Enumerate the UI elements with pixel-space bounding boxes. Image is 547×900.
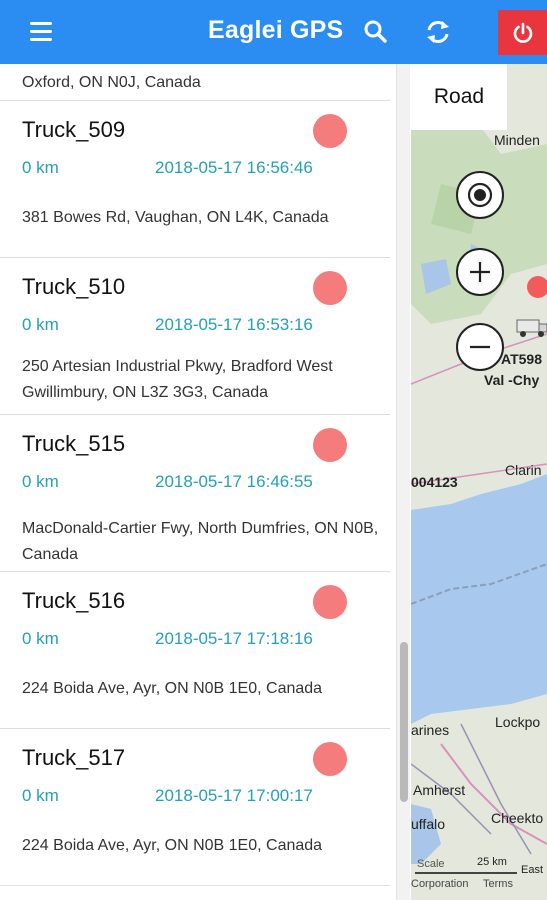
vehicle-name: Truck_516 <box>22 588 126 613</box>
vehicle-name: Truck_510 <box>22 274 126 299</box>
map-scale: Scale 25 km East Corporation Terms <box>411 856 547 900</box>
power-button[interactable] <box>498 10 547 55</box>
list-item[interactable]: Truck_509 0 km 2018-05-17 16:56:46 381 B… <box>0 101 390 258</box>
vehicle-distance: 0 km <box>22 315 59 334</box>
map-view[interactable]: Road Minden AT598 Val -Chy 004123 Clarin… <box>411 64 547 900</box>
vehicle-timestamp: 2018-05-17 17:00:17 <box>155 786 313 805</box>
vehicle-list[interactable]: Oxford, ON N0J, Canada Truck_509 0 km 20… <box>0 64 390 900</box>
vehicle-distance: 0 km <box>22 786 59 805</box>
status-dot <box>313 742 347 776</box>
map-terms-link[interactable]: Terms <box>483 878 513 890</box>
list-item[interactable]: Truck_517 0 km 2018-05-17 17:00:17 224 B… <box>0 729 390 886</box>
vehicle-marker[interactable] <box>527 276 547 298</box>
top-bar: Eaglei GPS <box>0 0 547 64</box>
vehicle-name: Truck_509 <box>22 117 126 142</box>
vehicle-address: 224 Boida Ave, Ayr, ON N0B 1E0, Canada <box>22 680 323 697</box>
search-icon[interactable] <box>362 18 390 46</box>
vehicle-timestamp: 2018-05-17 16:53:16 <box>155 315 313 334</box>
map-label-buffalo: uffalo <box>411 816 445 832</box>
scrollbar-thumb[interactable] <box>400 642 408 802</box>
vehicle-address: MacDonald-Cartier Fwy, North Dumfries, O… <box>22 520 379 563</box>
list-item-partial[interactable]: Oxford, ON N0J, Canada <box>0 64 390 101</box>
vehicle-distance: 0 km <box>22 472 59 491</box>
list-item[interactable]: Truck_510 0 km 2018-05-17 16:53:16 250 A… <box>0 258 390 415</box>
map-label-amherst: Amherst <box>413 782 466 798</box>
hamburger-icon[interactable] <box>30 22 52 42</box>
map-layer-button[interactable]: Road <box>411 64 507 130</box>
map-label-lockport: Lockpo <box>495 714 541 730</box>
map-label-st-catharines: arines <box>411 722 450 738</box>
status-dot <box>313 271 347 305</box>
map-label-clarington: Clarin <box>505 462 542 478</box>
vehicle-address: 250 Artesian Industrial Pkwy, Bradford W… <box>22 358 333 401</box>
map-scale-km: 25 km <box>477 856 507 868</box>
list-scrollbar[interactable] <box>396 64 410 900</box>
zoom-out-icon[interactable] <box>456 323 504 371</box>
app-title: Eaglei GPS <box>208 16 344 44</box>
map-label-vehicle-place: Val -Chy <box>484 372 540 388</box>
vehicle-timestamp: 2018-05-17 17:18:16 <box>155 629 313 648</box>
map-label-east: East <box>521 864 544 876</box>
vehicle-timestamp: 2018-05-17 16:56:46 <box>155 158 313 177</box>
list-item[interactable]: Truck_515 0 km 2018-05-17 16:46:55 MacDo… <box>0 415 390 572</box>
map-label-minden: Minden <box>494 132 540 148</box>
vehicle-name: Truck_517 <box>22 745 126 770</box>
scale-bar <box>415 872 517 874</box>
map-attribution: Corporation <box>411 878 469 890</box>
zoom-in-icon[interactable] <box>456 248 504 296</box>
map-label-vehicle-id: AT598 <box>501 351 542 367</box>
status-dot <box>313 585 347 619</box>
vehicle-address: 381 Bowes Rd, Vaughan, ON L4K, Canada <box>22 209 329 226</box>
app-window: Eaglei GPS Oxford, ON N0J, Canada Truck_… <box>0 0 547 900</box>
status-dot <box>313 428 347 462</box>
power-icon <box>513 22 532 43</box>
vehicle-timestamp: 2018-05-17 16:46:55 <box>155 472 313 491</box>
map-label-vehicle-code: 004123 <box>411 474 458 490</box>
locate-icon[interactable] <box>456 171 504 219</box>
truck-icon[interactable] <box>515 316 547 338</box>
map-scale-label: Scale <box>417 858 445 870</box>
status-dot <box>313 114 347 148</box>
vehicle-distance: 0 km <box>22 158 59 177</box>
map-label-cheektowaga: Cheekto <box>491 810 544 826</box>
refresh-icon[interactable] <box>423 17 453 47</box>
vehicle-name: Truck_515 <box>22 431 126 456</box>
list-item[interactable]: Truck_516 0 km 2018-05-17 17:18:16 224 B… <box>0 572 390 729</box>
vehicle-address: 224 Boida Ave, Ayr, ON N0B 1E0, Canada <box>22 837 323 854</box>
vehicle-address: Oxford, ON N0J, Canada <box>22 74 201 91</box>
vehicle-distance: 0 km <box>22 629 59 648</box>
